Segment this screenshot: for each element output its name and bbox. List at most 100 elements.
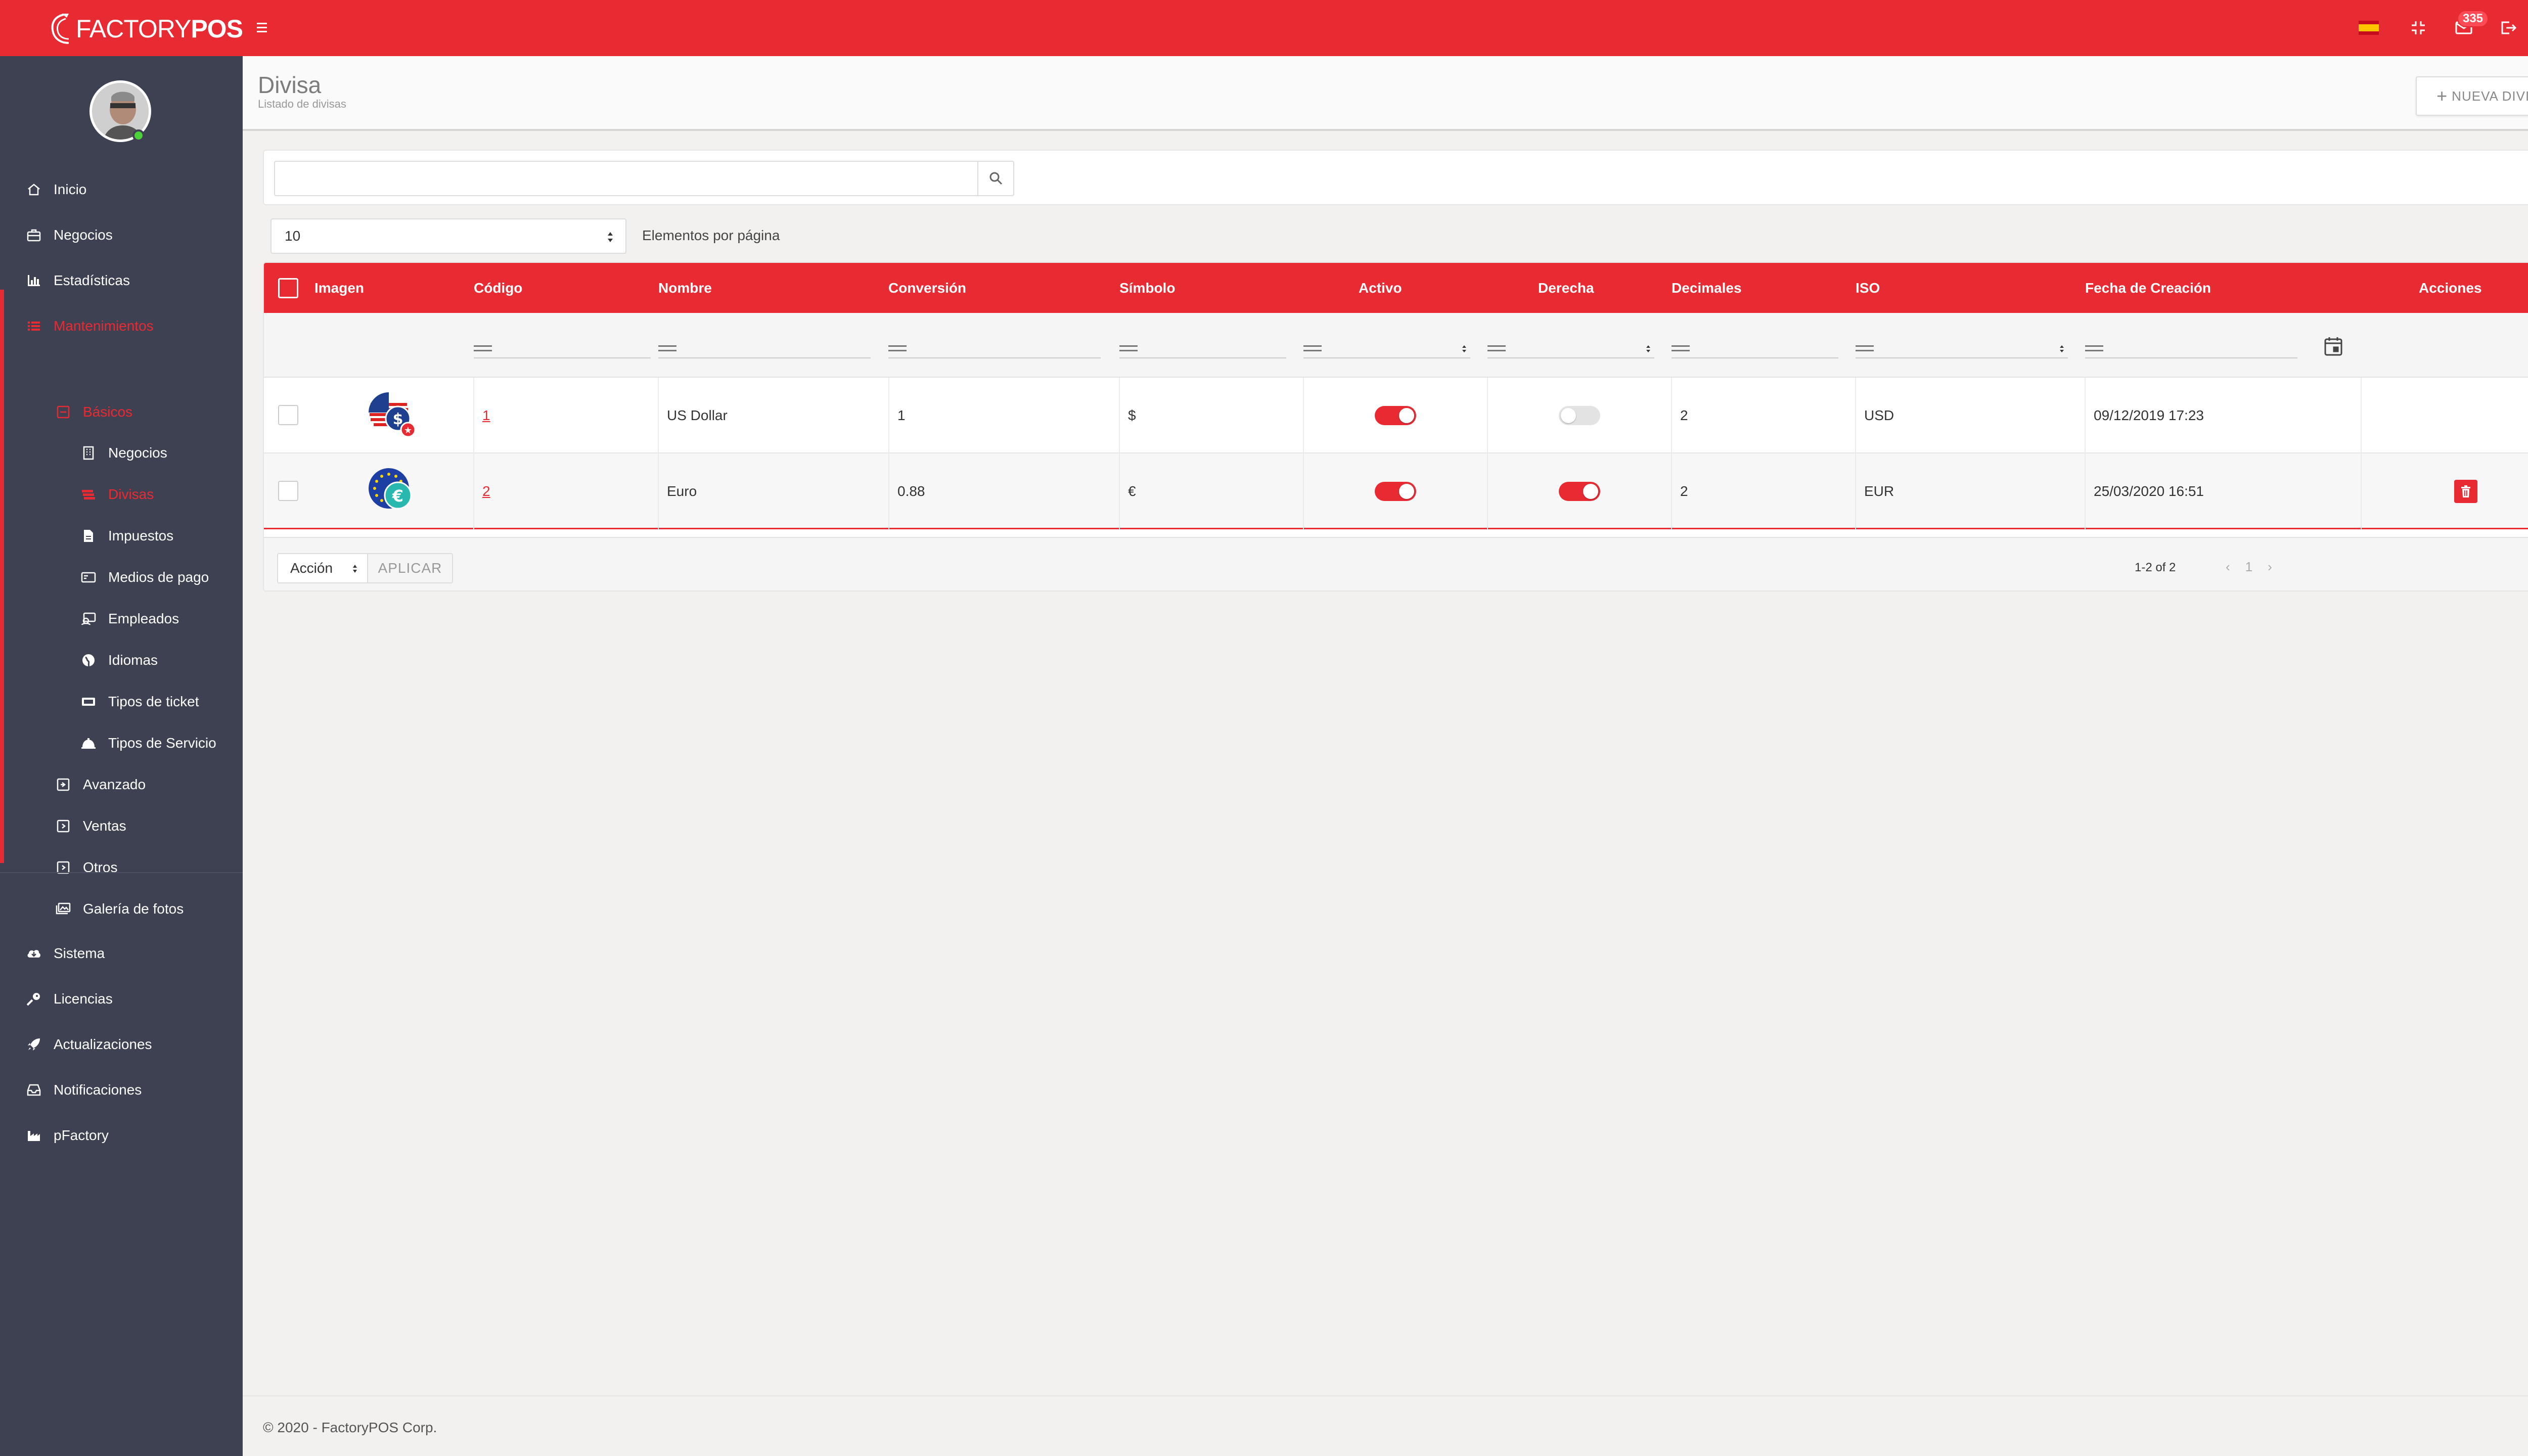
logout-icon[interactable] [2498, 17, 2519, 38]
sidebar-item-galeria-de-fotos[interactable]: Galería de fotos [0, 894, 243, 924]
select-all-checkbox[interactable] [278, 278, 298, 298]
sidebar-item-impuestos[interactable]: Impuestos [0, 521, 243, 551]
page-subtitle: Listado de divisas [258, 98, 346, 110]
sidebar-item-idiomas[interactable]: Idiomas [0, 645, 243, 675]
search-input[interactable] [274, 161, 988, 196]
top-bar: FACTORYPOS 335 [0, 0, 2528, 56]
filter-nombre[interactable] [658, 339, 871, 358]
dropdown-arrows-icon [1462, 345, 1466, 352]
per-page-select[interactable]: 10 [270, 218, 626, 254]
search-button[interactable] [977, 161, 1014, 196]
code-link[interactable]: 2 [482, 483, 490, 499]
apply-button[interactable]: APLICAR [368, 553, 453, 583]
cell-decimals: 2 [1672, 378, 1856, 453]
fullscreen-exit-icon[interactable] [2408, 17, 2429, 38]
active-toggle[interactable] [1375, 482, 1416, 501]
sidebar-item-label: Tipos de ticket [108, 694, 199, 709]
column-header-imagen[interactable]: Imagen [314, 280, 364, 296]
filter-fecha-creacion[interactable] [2085, 339, 2297, 358]
user-card-icon [81, 611, 96, 626]
filter-codigo[interactable] [474, 339, 651, 358]
chart-icon [26, 273, 41, 288]
search-icon [989, 172, 1002, 185]
column-header-conversion[interactable]: Conversión [888, 280, 966, 296]
app-logo[interactable]: FACTORYPOS [49, 11, 243, 47]
sidebar-item-empleados[interactable]: Empleados [0, 604, 243, 634]
sidebar-item-estadisticas[interactable]: Estadísticas [0, 265, 243, 296]
sidebar-item-licencias[interactable]: Licencias [0, 984, 243, 1014]
sidebar-item-otros[interactable]: Otros [0, 852, 243, 883]
sidebar: Inicio Negocios Estadísticas Mantenimien… [0, 56, 243, 1456]
sidebar-item-tipos-de-servicio[interactable]: Tipos de Servicio [0, 728, 243, 758]
filter-conversion[interactable] [888, 339, 1101, 358]
column-header-simbolo[interactable]: Símbolo [1119, 280, 1175, 296]
cell-actions [2362, 453, 2528, 529]
table-row[interactable]: € 2 Euro 0.88 € 2 EUR 25/03/2020 16:51 [264, 453, 2528, 529]
column-header-derecha[interactable]: Derecha [1538, 280, 1594, 296]
sidebar-item-basicos[interactable]: Básicos [0, 397, 243, 427]
search-card [263, 150, 2528, 205]
select-arrows-icon [353, 565, 357, 573]
minus-square-icon [56, 404, 71, 420]
sidebar-item-mantenimientos[interactable]: Mantenimientos [0, 311, 243, 341]
right-toggle[interactable] [1559, 406, 1600, 425]
calendar-icon[interactable] [2324, 336, 2343, 356]
cell-symbol: $ [1120, 378, 1304, 453]
filter-iso[interactable] [1856, 339, 2068, 358]
row-checkbox[interactable] [278, 405, 298, 425]
copyright-text: © 2020 - FactoryPOS Corp. [263, 1420, 437, 1435]
sidebar-item-negocios-basicos[interactable]: Negocios [0, 438, 243, 468]
filter-decimales[interactable] [1672, 339, 1838, 358]
sidebar-item-label: Tipos de Servicio [108, 735, 216, 751]
cell-created: 25/03/2020 16:51 [2086, 453, 2362, 529]
sidebar-item-tipos-de-ticket[interactable]: Tipos de ticket [0, 687, 243, 717]
home-icon [26, 182, 41, 197]
currency-table: Imagen Código Nombre Conversión Símbolo … [263, 262, 2528, 592]
sidebar-item-label: Impuestos [108, 528, 174, 543]
page-number[interactable]: 1 [2245, 559, 2252, 575]
file-icon [81, 528, 96, 543]
column-header-activo[interactable]: Activo [1359, 280, 1402, 296]
svg-text:★: ★ [404, 425, 412, 436]
sidebar-item-label: Inicio [54, 181, 87, 197]
column-header-decimales[interactable]: Decimales [1672, 280, 1742, 296]
sidebar-item-medios-de-pago[interactable]: Medios de pago [0, 562, 243, 593]
filter-activo[interactable] [1303, 339, 1470, 358]
row-checkbox[interactable] [278, 481, 298, 501]
right-toggle[interactable] [1559, 482, 1600, 501]
table-row[interactable]: $ ★ 1 US Dollar 1 $ 2 USD 09/12/2019 17:… [264, 378, 2528, 453]
sidebar-item-inicio[interactable]: Inicio [0, 174, 243, 205]
spanish-flag-icon[interactable] [2358, 17, 2379, 38]
next-page-icon[interactable]: › [2268, 559, 2272, 575]
sidebar-item-notificaciones[interactable]: Notificaciones [0, 1075, 243, 1105]
images-icon [56, 901, 71, 917]
cloud-icon [26, 946, 41, 961]
menu-toggle-icon[interactable] [256, 20, 272, 35]
sidebar-item-pfactory[interactable]: pFactory [0, 1120, 243, 1151]
sidebar-item-actualizaciones[interactable]: Actualizaciones [0, 1029, 243, 1060]
column-header-nombre[interactable]: Nombre [658, 280, 712, 296]
filter-simbolo[interactable] [1119, 339, 1286, 358]
code-link[interactable]: 1 [482, 407, 490, 424]
delete-button[interactable] [2454, 480, 2477, 503]
dropdown-arrows-icon [1646, 345, 1650, 352]
sidebar-item-label: Divisas [108, 486, 154, 502]
bulk-action-select[interactable]: Acción [277, 553, 368, 583]
active-toggle[interactable] [1375, 406, 1416, 425]
sidebar-separator [0, 872, 243, 873]
sidebar-item-ventas[interactable]: Ventas [0, 811, 243, 841]
cell-code[interactable]: 1 [474, 378, 659, 453]
sidebar-item-avanzado[interactable]: Avanzado [0, 769, 243, 800]
sidebar-item-label: Básicos [83, 404, 133, 420]
cell-code[interactable]: 2 [474, 453, 659, 529]
prev-page-icon[interactable]: ‹ [2226, 559, 2230, 575]
sidebar-item-divisas[interactable]: Divisas [0, 479, 243, 510]
page-title: Divisa [258, 72, 322, 98]
sidebar-item-sistema[interactable]: Sistema [0, 938, 243, 969]
filter-derecha[interactable] [1487, 339, 1654, 358]
sidebar-item-negocios[interactable]: Negocios [0, 220, 243, 250]
column-header-codigo[interactable]: Código [474, 280, 522, 296]
new-currency-button[interactable]: + NUEVA DIVISA [2416, 76, 2528, 116]
column-header-fecha-creacion[interactable]: Fecha de Creación [2085, 280, 2211, 296]
column-header-iso[interactable]: ISO [1856, 280, 1880, 296]
